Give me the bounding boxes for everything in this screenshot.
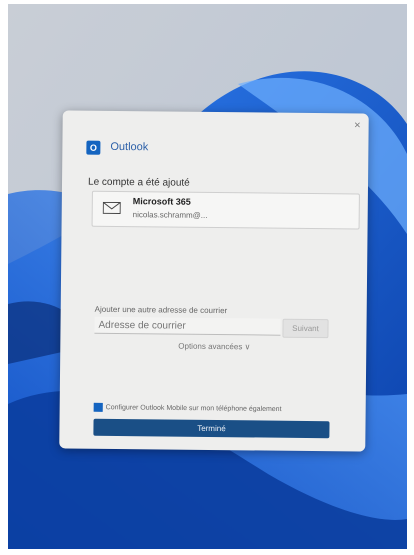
mobile-setup-checkbox[interactable] [93, 402, 103, 412]
mobile-setup-label: Configurer Outlook Mobile sur mon téléph… [105, 404, 282, 414]
mobile-setup-row[interactable]: Configurer Outlook Mobile sur mon téléph… [93, 402, 354, 415]
email-address-input[interactable] [94, 316, 281, 336]
app-title: Outlook [110, 140, 149, 154]
advanced-options-link[interactable]: Options avancées ∨ [178, 342, 250, 352]
connect-button[interactable]: Suivant [282, 318, 329, 339]
status-heading: Le compte a été ajouté [87, 176, 190, 189]
outlook-account-dialog: × O Outlook Le compte a été ajouté Micro… [59, 110, 369, 452]
mail-icon [102, 201, 121, 215]
account-name: Microsoft 365 [132, 196, 191, 207]
add-account-label: Ajouter une autre adresse de courrier [94, 304, 228, 316]
done-button[interactable]: Terminé [93, 418, 330, 439]
outlook-logo-icon: O [86, 140, 101, 155]
account-card: Microsoft 365 nicolas.schramm@... [91, 190, 360, 230]
photo-frame: × O Outlook Le compte a été ajouté Micro… [8, 4, 407, 549]
account-email: nicolas.schramm@... [132, 210, 208, 220]
close-icon[interactable]: × [354, 119, 361, 131]
